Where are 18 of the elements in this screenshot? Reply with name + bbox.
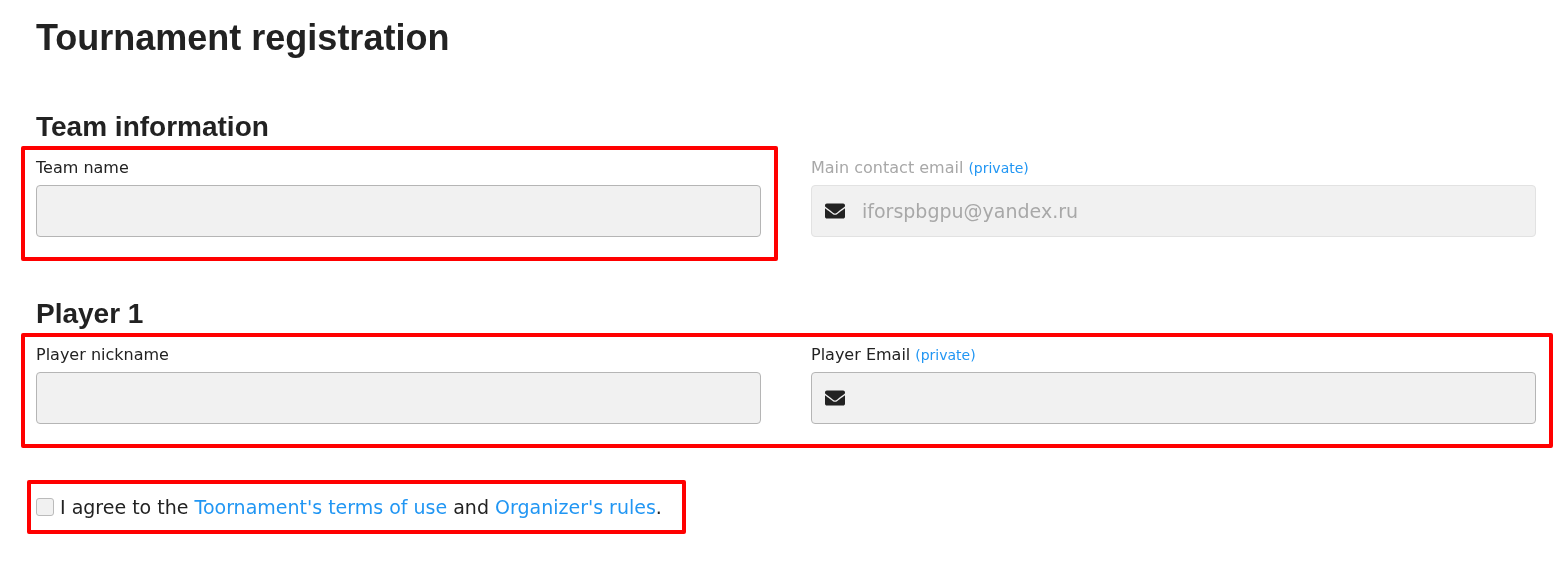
envelope-icon xyxy=(825,201,845,221)
agree-checkbox[interactable] xyxy=(36,498,54,516)
private-note: (private) xyxy=(915,347,976,363)
email-field[interactable] xyxy=(811,372,1536,424)
page-title: Tournament registration xyxy=(36,16,451,60)
text-field[interactable] xyxy=(36,185,761,237)
field-label: Team name xyxy=(36,158,129,177)
field-label: Main contact email xyxy=(811,158,964,177)
envelope-icon xyxy=(825,388,845,408)
private-note: (private) xyxy=(968,160,1029,176)
field-label: Player nickname xyxy=(36,345,169,364)
section-title: Team information xyxy=(36,110,270,144)
agreement-text: I agree to the Toornament's terms of use and Organizer's rules. xyxy=(60,496,662,518)
terms-link[interactable]: Organizer's rules xyxy=(495,496,656,518)
field-label: Player Email xyxy=(811,345,911,364)
terms-link[interactable]: Toornament's terms of use xyxy=(194,496,448,518)
section-title: Player 1 xyxy=(36,297,145,331)
text-field[interactable] xyxy=(36,372,761,424)
